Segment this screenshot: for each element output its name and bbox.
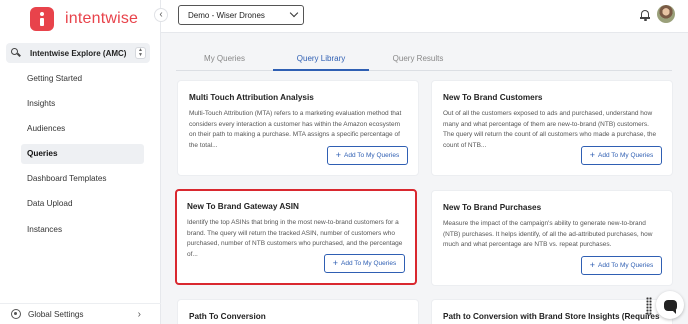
button-label: Add To My Queries [341,260,397,267]
plus-icon: + [332,258,339,268]
query-card-title: Multi Touch Attribution Analysis [189,93,314,102]
chat-launcher-button[interactable] [656,291,684,319]
chat-icon [663,299,677,314]
module-switcher[interactable]: Intentwise Explore (AMC) ▲ ▼ [6,43,150,63]
query-card-description: Measure the impact of the campaign's abi… [443,220,653,248]
up-down-chevron-icon: ▲ ▼ [135,47,146,59]
add-to-my-queries-button[interactable]: + Add To My Queries [581,146,662,165]
query-card-title: Path To Conversion [189,312,266,321]
query-card: New To Brand Purchases Measure the impac… [431,190,673,286]
gear-icon [11,309,21,319]
top-bar: Demo - Wiser Drones [161,0,688,33]
query-card: Path to Conversion with Brand Store Insi… [431,299,673,324]
query-card: Path To Conversion [177,299,419,324]
query-card: New To Brand Customers Out of all the cu… [431,80,673,176]
button-label: Add To My Queries [344,152,400,159]
query-card-highlighted: New To Brand Gateway ASIN Identify the t… [175,189,417,285]
plus-icon: + [589,150,596,160]
query-card-title: Path to Conversion with Brand Store Insi… [443,312,661,321]
account-selector[interactable]: Demo - Wiser Drones [178,5,304,25]
query-card-description: Out of all the customers exposed to ads … [443,110,657,149]
chevron-down-icon [289,8,299,18]
bell-icon[interactable] [640,9,650,21]
avatar[interactable] [657,5,675,23]
sidebar-item-data-upload[interactable]: Data Upload [21,194,144,214]
account-selector-value: Demo - Wiser Drones [188,10,265,20]
query-card-description: Multi-Touch Attribution (MTA) refers to … [189,110,402,149]
sidebar-nav: Getting Started Insights Audiences Queri… [21,68,144,244]
brand-logo[interactable]: intentwise [30,7,138,31]
button-label: Add To My Queries [598,152,654,159]
sidebar-item-getting-started[interactable]: Getting Started [21,68,144,88]
plus-icon: + [589,260,596,270]
sidebar-item-queries[interactable]: Queries [21,143,144,164]
global-settings[interactable]: Global Settings › [0,303,161,324]
add-to-my-queries-button[interactable]: + Add To My Queries [581,256,662,275]
tab-query-results[interactable]: Query Results [369,51,467,71]
query-card: Multi Touch Attribution Analysis Multi-T… [177,80,419,176]
module-label: Intentwise Explore (AMC) [30,48,127,58]
query-card-title: New To Brand Purchases [443,203,542,212]
global-settings-label: Global Settings [28,309,84,319]
tab-query-library[interactable]: Query Library [273,51,369,71]
sidebar-item-insights[interactable]: Insights [21,93,144,113]
chevron-left-icon: ‹ [159,9,163,20]
intentwise-logo-icon [30,7,54,31]
sidebar: intentwise Intentwise Explore (AMC) ▲ ▼ G… [0,0,161,324]
tab-my-queries[interactable]: My Queries [176,51,273,71]
drag-handle-icon[interactable] [646,297,652,315]
add-to-my-queries-button[interactable]: + Add To My Queries [324,254,405,273]
search-icon [11,48,21,58]
query-card-title: New To Brand Gateway ASIN [187,202,299,211]
collapse-sidebar-button[interactable]: ‹ [154,8,168,22]
chevron-right-icon: › [137,308,141,320]
sidebar-item-audiences[interactable]: Audiences [21,118,144,138]
add-to-my-queries-button[interactable]: + Add To My Queries [327,146,408,165]
sidebar-item-instances[interactable]: Instances [21,219,144,239]
plus-icon: + [335,150,342,160]
brand-name: intentwise [65,10,139,27]
sidebar-item-dashboard-templates[interactable]: Dashboard Templates [21,169,144,189]
button-label: Add To My Queries [598,262,654,269]
query-card-title: New To Brand Customers [443,93,543,102]
query-tabs: My Queries Query Library Query Results [176,51,672,71]
